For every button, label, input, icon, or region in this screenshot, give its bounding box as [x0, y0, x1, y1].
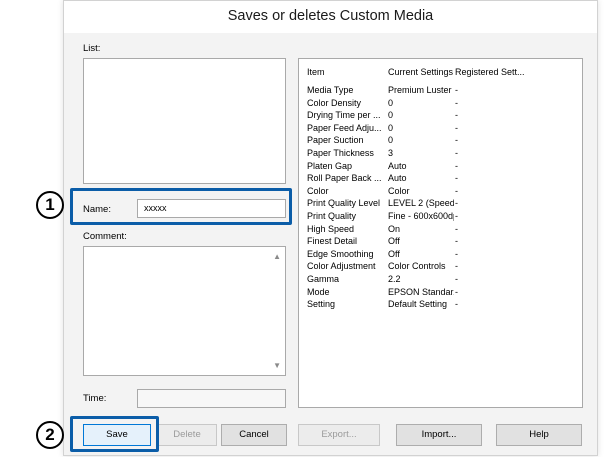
table-cell: Paper Feed Adju... — [307, 122, 382, 133]
table-cell: Fine - 600x600dpi — [388, 211, 454, 221]
help-button[interactable]: Help — [496, 424, 582, 446]
table-cell: Color Density — [307, 97, 362, 108]
table-cell: - — [455, 148, 458, 158]
export-button[interactable]: Export... — [298, 424, 380, 446]
table-cell: - — [455, 160, 458, 171]
table-cell: 2.2 — [388, 274, 401, 284]
table-cell: Off — [388, 248, 400, 259]
table-cell: LEVEL 2 (Speed) — [388, 198, 454, 209]
table-header-cell[interactable]: Registered Sett... — [455, 67, 533, 77]
table-cell: - — [455, 223, 458, 234]
table-cell: - — [455, 299, 458, 310]
table-header-cell[interactable]: Current Settings — [388, 67, 454, 77]
table-cell: Finest Detail — [307, 236, 358, 247]
custom-media-dialog: Saves or deletes Custom Media List: Name… — [63, 0, 598, 456]
table-cell: On — [388, 223, 401, 234]
media-list[interactable] — [83, 58, 286, 184]
table-cell: EPSON Standar... — [388, 286, 454, 297]
table-cell: 0 — [388, 110, 394, 121]
settings-table[interactable]: Item Current Settings Registered Sett... Me… — [298, 58, 583, 408]
table-cell: - — [455, 173, 458, 184]
table-cell: Paper Thickness — [307, 148, 374, 158]
delete-button[interactable]: Delete — [157, 424, 217, 446]
step-marker-2: 2 — [36, 421, 64, 449]
table-cell: - — [455, 211, 458, 221]
save-button-callout — [70, 416, 159, 452]
import-button[interactable]: Import... — [396, 424, 482, 446]
scroll-down-icon[interactable]: ▼ — [273, 361, 281, 370]
comment-textarea[interactable]: ▲ ▼ — [83, 246, 286, 376]
step-marker-1: 1 — [36, 191, 64, 219]
table-cell: - — [455, 85, 458, 95]
dialog-title: Saves or deletes Custom Media — [64, 1, 597, 33]
table-cell: - — [455, 248, 458, 259]
table-cell: Drying Time per ... — [307, 110, 381, 121]
table-cell: - — [455, 97, 458, 108]
table-cell: - — [455, 286, 458, 297]
table-cell: - — [455, 274, 458, 284]
table-cell: 3 — [388, 148, 394, 158]
table-cell: Roll Paper Back ... — [307, 173, 382, 184]
table-cell: Auto — [388, 160, 407, 171]
table-cell: 0 — [388, 122, 394, 133]
table-cell: - — [455, 185, 458, 196]
time-label: Time: — [83, 393, 107, 404]
table-cell: Auto — [388, 173, 407, 184]
table-cell: Off — [388, 236, 400, 247]
table-cell: - — [455, 122, 458, 133]
table-cell: Color — [307, 185, 329, 196]
table-cell: Gamma — [307, 274, 340, 284]
cancel-button[interactable]: Cancel — [221, 424, 287, 446]
time-field — [137, 389, 286, 408]
table-cell: Print Quality — [307, 211, 357, 221]
table-cell: - — [455, 110, 458, 121]
list-label: List: — [83, 43, 101, 54]
table-cell: Premium Luster ... — [388, 85, 454, 95]
comment-label: Comment: — [83, 231, 127, 242]
table-cell: Edge Smoothing — [307, 248, 374, 259]
table-cell: - — [455, 135, 458, 146]
table-cell: - — [455, 236, 458, 247]
scroll-up-icon[interactable]: ▲ — [273, 252, 281, 261]
table-cell: 0 — [388, 135, 394, 146]
table-cell: Default Setting — [388, 299, 448, 310]
table-cell: Setting — [307, 299, 336, 310]
table-cell: Mode — [307, 286, 330, 297]
table-cell: Media Type — [307, 85, 354, 95]
table-header-cell[interactable]: Item — [307, 67, 387, 77]
table-cell: 0 — [388, 97, 394, 108]
table-cell: Paper Suction — [307, 135, 364, 146]
table-cell: High Speed — [307, 223, 355, 234]
name-field-callout — [70, 188, 292, 225]
table-cell: Platen Gap — [307, 160, 353, 171]
table-cell: Color Adjustment — [307, 261, 376, 272]
table-cell: Color Controls — [388, 261, 446, 272]
table-cell: - — [455, 198, 458, 209]
table-cell: Color — [388, 185, 410, 196]
table-cell: Print Quality Level — [307, 198, 381, 209]
table-cell: - — [455, 261, 458, 272]
